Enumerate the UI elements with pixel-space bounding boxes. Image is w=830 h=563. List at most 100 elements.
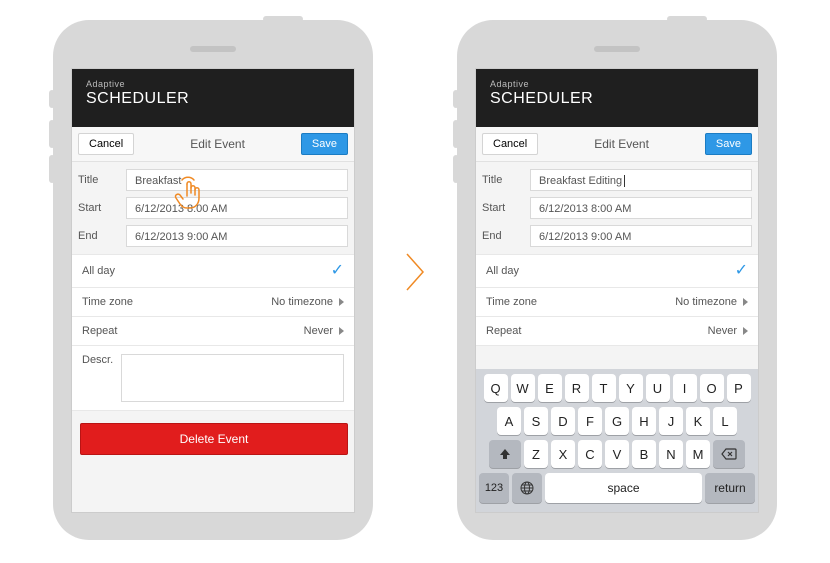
onscreen-keyboard: QWERTYUIOP ASDFGHJKL ZXCVBNM 123 — [476, 369, 758, 512]
save-button[interactable]: Save — [301, 133, 348, 155]
key-h[interactable]: H — [632, 407, 656, 435]
allday-row[interactable]: All day ✓ — [476, 255, 758, 288]
key-o[interactable]: O — [700, 374, 724, 402]
save-button[interactable]: Save — [705, 133, 752, 155]
repeat-label: Repeat — [82, 325, 117, 337]
key-c[interactable]: C — [578, 440, 602, 468]
edit-toolbar: Cancel Edit Event Save — [476, 127, 758, 162]
timezone-row[interactable]: Time zone No timezone — [476, 288, 758, 317]
return-key[interactable]: return — [705, 473, 755, 503]
key-t[interactable]: T — [592, 374, 616, 402]
backspace-key[interactable] — [713, 440, 745, 468]
timezone-row[interactable]: Time zone No timezone — [72, 288, 354, 317]
globe-key[interactable] — [512, 473, 542, 503]
delete-event-button[interactable]: Delete Event — [80, 423, 348, 455]
cancel-button[interactable]: Cancel — [78, 133, 134, 155]
allday-label: All day — [82, 265, 115, 277]
options-list: All day ✓ Time zone No timezone Repeat N… — [72, 255, 354, 411]
end-input[interactable]: 6/12/2013 9:00 AM — [126, 225, 348, 247]
key-g[interactable]: G — [605, 407, 629, 435]
text-caret — [624, 175, 625, 187]
key-q[interactable]: Q — [484, 374, 508, 402]
repeat-value: Never — [304, 325, 333, 337]
start-input[interactable]: 6/12/2013 8:00 AM — [126, 197, 348, 219]
end-label: End — [78, 230, 126, 242]
key-d[interactable]: D — [551, 407, 575, 435]
arrow-right-icon — [403, 250, 427, 294]
chevron-right-icon — [743, 298, 748, 306]
key-b[interactable]: B — [632, 440, 656, 468]
repeat-row[interactable]: Repeat Never — [72, 317, 354, 346]
app-header: Adaptive SCHEDULER — [476, 69, 758, 127]
allday-row[interactable]: All day ✓ — [72, 255, 354, 288]
description-input[interactable] — [121, 354, 344, 402]
chevron-right-icon — [339, 327, 344, 335]
key-i[interactable]: I — [673, 374, 697, 402]
end-input[interactable]: 6/12/2013 9:00 AM — [530, 225, 752, 247]
timezone-label: Time zone — [82, 296, 133, 308]
key-y[interactable]: Y — [619, 374, 643, 402]
key-f[interactable]: F — [578, 407, 602, 435]
backspace-icon — [721, 448, 737, 460]
app-title: SCHEDULER — [490, 90, 744, 108]
app-title: SCHEDULER — [86, 90, 340, 108]
key-m[interactable]: M — [686, 440, 710, 468]
keyboard-row-2: ASDFGHJKL — [479, 407, 755, 435]
keyboard-row-4: 123 space return — [479, 473, 755, 503]
key-j[interactable]: J — [659, 407, 683, 435]
app-subtitle: Adaptive — [86, 79, 340, 89]
key-k[interactable]: K — [686, 407, 710, 435]
shift-icon — [498, 447, 512, 461]
app-subtitle: Adaptive — [490, 79, 744, 89]
allday-label: All day — [486, 265, 519, 277]
keyboard-row-1: QWERTYUIOP — [479, 374, 755, 402]
key-x[interactable]: X — [551, 440, 575, 468]
options-list: All day ✓ Time zone No timezone Repeat N… — [476, 255, 758, 346]
numbers-key[interactable]: 123 — [479, 473, 509, 503]
title-input[interactable]: Breakfast Editing — [530, 169, 752, 191]
repeat-label: Repeat — [486, 325, 521, 337]
event-form: Title Breakfast Start 6/12/2013 8:00 AM … — [72, 162, 354, 255]
description-row: Descr. — [72, 346, 354, 411]
timezone-value: No timezone — [675, 296, 737, 308]
key-u[interactable]: U — [646, 374, 670, 402]
chevron-right-icon — [743, 327, 748, 335]
key-a[interactable]: A — [497, 407, 521, 435]
globe-icon — [519, 480, 535, 496]
end-label: End — [482, 230, 530, 242]
repeat-row[interactable]: Repeat Never — [476, 317, 758, 346]
toolbar-title: Edit Event — [190, 137, 245, 151]
check-icon: ✓ — [331, 263, 344, 279]
key-e[interactable]: E — [538, 374, 562, 402]
title-input[interactable]: Breakfast — [126, 169, 348, 191]
edit-toolbar: Cancel Edit Event Save — [72, 127, 354, 162]
start-input[interactable]: 6/12/2013 8:00 AM — [530, 197, 752, 219]
keyboard-row-3: ZXCVBNM — [479, 440, 755, 468]
app-header: Adaptive SCHEDULER — [72, 69, 354, 127]
cancel-button[interactable]: Cancel — [482, 133, 538, 155]
key-l[interactable]: L — [713, 407, 737, 435]
timezone-label: Time zone — [486, 296, 537, 308]
timezone-value: No timezone — [271, 296, 333, 308]
description-label: Descr. — [82, 354, 113, 366]
key-n[interactable]: N — [659, 440, 683, 468]
screen-left: Adaptive SCHEDULER Cancel Edit Event Sav… — [71, 68, 355, 513]
key-w[interactable]: W — [511, 374, 535, 402]
key-z[interactable]: Z — [524, 440, 548, 468]
screen-right: Adaptive SCHEDULER Cancel Edit Event Sav… — [475, 68, 759, 513]
event-form: Title Breakfast Editing Start 6/12/2013 … — [476, 162, 758, 255]
start-label: Start — [78, 202, 126, 214]
key-p[interactable]: P — [727, 374, 751, 402]
key-s[interactable]: S — [524, 407, 548, 435]
title-label: Title — [482, 174, 530, 186]
key-v[interactable]: V — [605, 440, 629, 468]
toolbar-title: Edit Event — [594, 137, 649, 151]
title-label: Title — [78, 174, 126, 186]
phone-left: Adaptive SCHEDULER Cancel Edit Event Sav… — [53, 20, 373, 540]
shift-key[interactable] — [489, 440, 521, 468]
chevron-right-icon — [339, 298, 344, 306]
key-r[interactable]: R — [565, 374, 589, 402]
repeat-value: Never — [708, 325, 737, 337]
space-key[interactable]: space — [545, 473, 702, 503]
start-label: Start — [482, 202, 530, 214]
